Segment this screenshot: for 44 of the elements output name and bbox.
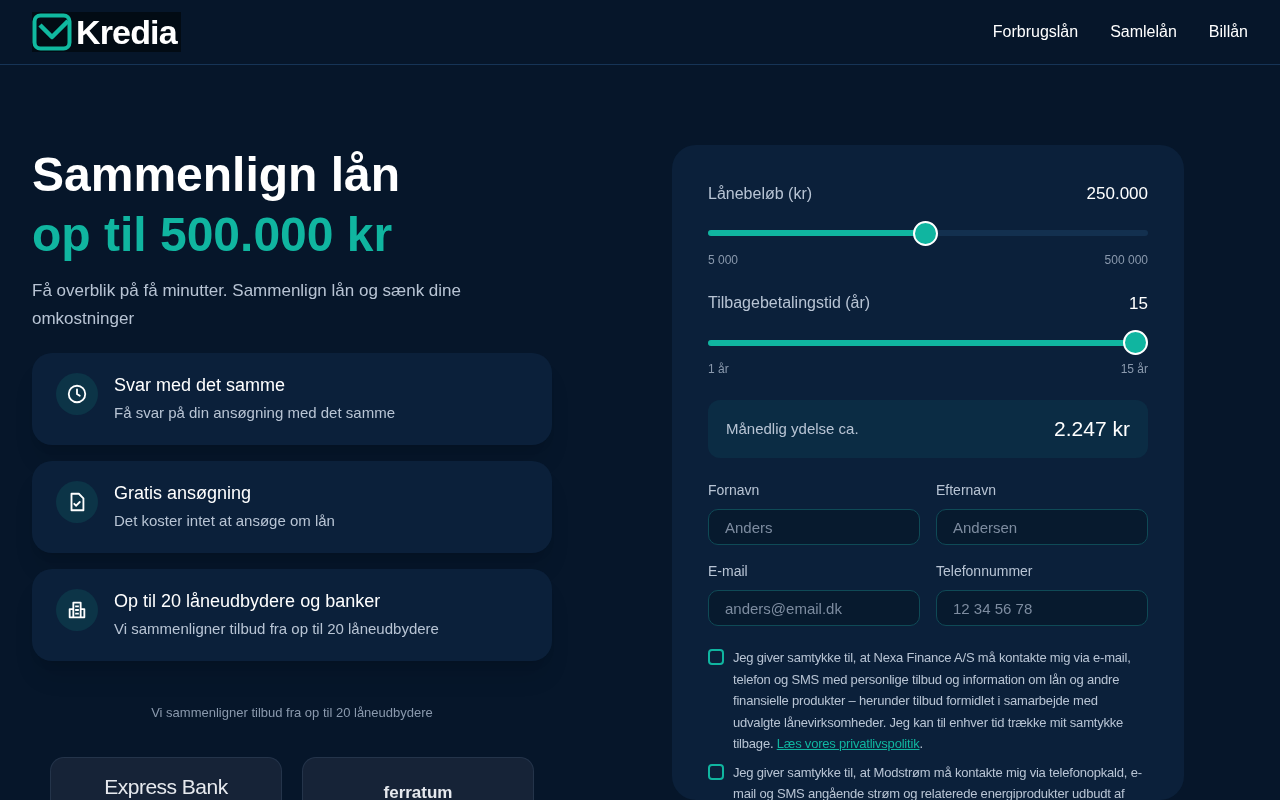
slider[interactable] [708,330,1148,355]
input-field[interactable]: Anders [708,509,920,545]
slider-thumb[interactable] [913,220,939,246]
clock-icon [66,383,88,405]
field-label: Efternavn [936,481,997,499]
consent-text: Jeg giver samtykke til, at Nexa Finance A/S må kontakte mig via e-mail, telefon og SMS med personlige tilbud og information om lån og andre finansielle produkter – herunder tilbud formidlet i samarbejde med udvalgte lånevirksomheder. Jeg kan til enhver tid trække mit samtykke tilbage. Læs vores privatlivspolitik. [733,649,1132,753]
partners-caption: Vi sammenligner tilbud fra op til 20 låneudbydere [150,704,434,722]
field-label: Fornavn [708,481,761,499]
nav-link[interactable]: Samlelån [1110,20,1177,44]
monthly-payment-value: 2.247 kr [1054,416,1130,443]
field-label: Telefonnummer [936,562,1034,580]
slider-value: 15 [1129,292,1148,315]
partner-logo: ferratum [383,783,453,800]
hero-title: Sammenlign lån [32,147,402,203]
feature-text: Få svar på din ansøgning med det samme [114,403,395,423]
slider-value: 250.000 [1086,183,1148,205]
input-field[interactable]: 12 34 56 78 [936,590,1148,626]
field-label: E-mail [708,562,749,580]
input-field[interactable]: Andersen [936,509,1148,545]
slider-max-label: 15 år [1120,361,1148,378]
slider-label: Lånebeløb (kr) [708,183,813,204]
feature-text: Det koster intet at ansøge om lån [114,511,335,531]
feature-title: Svar med det samme [114,374,287,397]
hero-highlight: op til 500.000 kr [32,207,394,263]
slider-label: Tilbagebetalingstid (år) [708,293,871,314]
consent-checkbox[interactable] [708,649,724,665]
partner-logo: Express Bank [104,775,228,800]
slider-min-label: 5 000 [708,251,739,269]
logo-icon [32,13,72,51]
feature-title: Gratis ansøgning [114,482,253,505]
slider-thumb[interactable] [1123,330,1148,355]
consent-text: Jeg giver samtykke til, at Modstrøm må kontakte mig via telefonopkald, e-mail og SMS angående strøm og relaterede energiprodukter udbudt af [733,763,1143,800]
input-field[interactable]: anders@email.dk [708,590,920,626]
slider-max-label: 500 000 [1104,251,1148,269]
building-icon [66,599,88,621]
slider-min-label: 1 år [708,361,729,378]
monthly-payment-label: Månedlig ydelse ca. [726,418,859,439]
slider[interactable] [708,220,1148,246]
consent-checkbox[interactable] [708,763,724,780]
feature-title: Op til 20 låneudbydere og banker [114,590,382,613]
hero-subtitle: Få overblik på få minutter. Sammenlign lån og sænk dine omkostninger [32,280,462,330]
nav-link[interactable]: Forbrugslån [992,20,1079,44]
feature-text: Vi sammenligner tilbud fra op til 20 låneudbydere [114,619,439,639]
nav-link[interactable]: Billån [1208,20,1248,44]
